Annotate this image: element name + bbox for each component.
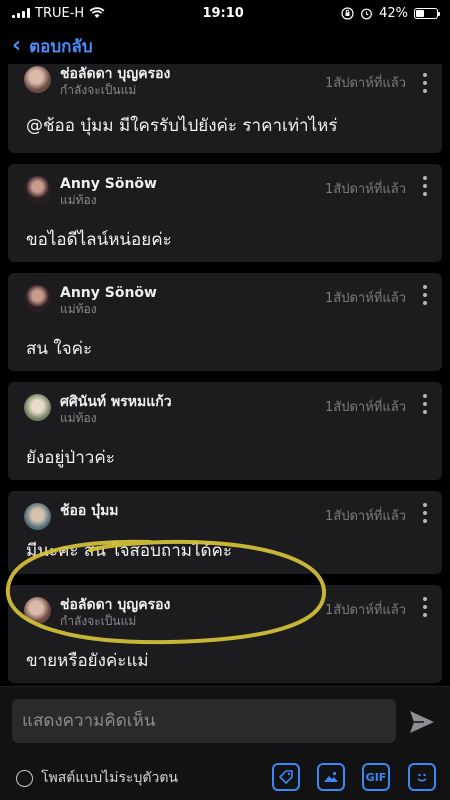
more-options-icon[interactable] — [422, 73, 428, 93]
comment-header: Anny Sönöw แม่ท้อง — [24, 285, 157, 317]
gif-button[interactable]: GIF — [362, 763, 390, 791]
author-status: แม่ท้อง — [60, 302, 97, 316]
back-button[interactable]: ‹ ตอบกลับ — [0, 28, 450, 64]
signal-icon — [12, 8, 30, 18]
more-options-icon[interactable] — [422, 503, 428, 523]
comment-input[interactable] — [12, 699, 396, 743]
comment-names: ศศินันท์ พรหมแก้ว แม่ท้อง — [60, 394, 172, 426]
orientation-lock-icon — [341, 6, 354, 20]
comment-composer: โพสต์แบบไม่ระบุตัวตน GIF — [0, 686, 450, 800]
more-options-icon[interactable] — [422, 285, 428, 305]
alarm-icon — [361, 8, 372, 19]
comment-header: ช่อลัดดา บุญครอง กำลังจะเป็นแม่ — [24, 66, 170, 98]
comment-list[interactable]: ช่อลัดดา บุญครอง กำลังจะเป็นแม่ 1สัปดาห์… — [0, 64, 450, 686]
comment-time: 1สัปดาห์ที่แล้ว — [325, 182, 406, 197]
comment-header: ช้ออ บุ๋มม — [24, 503, 119, 530]
avatar[interactable] — [24, 66, 51, 93]
wifi-icon — [89, 7, 105, 18]
comment-names: ช้ออ บุ๋มม — [60, 503, 119, 520]
comment-header: ช่อลัดดา บุญครอง กำลังจะเป็นแม่ — [24, 597, 170, 629]
author-name[interactable]: Anny Sönöw — [60, 176, 157, 193]
avatar[interactable] — [24, 285, 51, 312]
author-name[interactable]: ช่อลัดดา บุญครอง — [60, 66, 170, 83]
anonymous-post-label: โพสต์แบบไม่ระบุตัวตน — [41, 770, 178, 786]
comment-header: ศศินันท์ พรหมแก้ว แม่ท้อง — [24, 394, 172, 426]
comment-card: Anny Sönöw แม่ท้อง 1สัปดาห์ที่แล้ว สน ใจ… — [8, 273, 442, 371]
more-options-icon[interactable] — [422, 394, 428, 414]
comment-card: Anny Sönöw แม่ท้อง 1สัปดาห์ที่แล้ว ขอไอด… — [8, 164, 442, 262]
author-status: แม่ท้อง — [60, 411, 97, 425]
comment-time: 1สัปดาห์ที่แล้ว — [325, 76, 406, 91]
avatar[interactable] — [24, 176, 51, 203]
radio-icon — [16, 769, 33, 787]
avatar[interactable] — [24, 503, 51, 530]
battery-level — [416, 9, 425, 17]
clock: 19:10 — [202, 5, 244, 21]
comment-time: 1สัปดาห์ที่แล้ว — [325, 400, 406, 415]
author-name[interactable]: ช่อลัดดา บุญครอง — [60, 597, 170, 614]
sticker-tag-icon[interactable] — [272, 763, 300, 791]
more-options-icon[interactable] — [422, 176, 428, 196]
avatar[interactable] — [24, 394, 51, 421]
avatar[interactable] — [24, 597, 51, 624]
author-name[interactable]: Anny Sönöw — [60, 285, 157, 302]
carrier-label: TRUE-H — [35, 5, 85, 21]
comment-text: @ช้ออ บุ๋มม มีใครรับไปยังค่ะ ราคาเท่าไหร… — [26, 116, 338, 136]
comment-header: Anny Sönöw แม่ท้อง — [24, 176, 157, 208]
author-status: กำลังจะเป็นแม่ — [60, 614, 137, 628]
status-right: 42% — [341, 5, 440, 21]
more-options-icon[interactable] — [422, 597, 428, 617]
author-status: กำลังจะเป็นแม่ — [60, 83, 137, 97]
anonymous-post-toggle[interactable]: โพสต์แบบไม่ระบุตัวตน — [16, 767, 178, 789]
comment-card: ช่อลัดดา บุญครอง กำลังจะเป็นแม่ 1สัปดาห์… — [8, 585, 442, 683]
comment-names: Anny Sönöw แม่ท้อง — [60, 176, 157, 208]
comment-names: Anny Sönöw แม่ท้อง — [60, 285, 157, 317]
author-name[interactable]: ช้ออ บุ๋มม — [60, 503, 119, 520]
comment-card: ช่อลัดดา บุญครอง กำลังจะเป็นแม่ 1สัปดาห์… — [8, 64, 442, 153]
comment-text: สน ใจค่ะ — [26, 339, 93, 359]
sticker-icon[interactable] — [408, 763, 436, 791]
comment-text: มีนะคะ สน ใจสอบถามได้ค่ะ — [26, 541, 233, 561]
comment-card: ช้ออ บุ๋มม 1สัปดาห์ที่แล้ว มีนะคะ สน ใจส… — [8, 491, 442, 574]
author-name[interactable]: ศศินันท์ พรหมแก้ว — [60, 394, 172, 411]
status-bar: TRUE-H 19:10 42% — [0, 0, 450, 26]
status-left: TRUE-H — [12, 6, 105, 21]
image-icon[interactable] — [317, 763, 345, 791]
comment-text: ขายหรือยังค่ะแม่ — [26, 651, 149, 671]
comment-time: 1สัปดาห์ที่แล้ว — [325, 509, 406, 524]
comment-time: 1สัปดาห์ที่แล้ว — [325, 291, 406, 306]
back-label: ตอบกลับ — [29, 36, 93, 57]
comment-text: ยังอยู่ป่าวค่ะ — [26, 448, 115, 468]
send-icon[interactable] — [408, 709, 436, 735]
comment-names: ช่อลัดดา บุญครอง กำลังจะเป็นแม่ — [60, 66, 170, 98]
comment-card: ศศินันท์ พรหมแก้ว แม่ท้อง 1สัปดาห์ที่แล้… — [8, 382, 442, 480]
battery-percent: 42% — [379, 5, 408, 21]
comment-time: 1สัปดาห์ที่แล้ว — [325, 603, 406, 618]
author-status: แม่ท้อง — [60, 193, 97, 207]
comment-text: ขอไอดีไลน์หน่อยค่ะ — [26, 230, 172, 250]
battery-icon — [414, 7, 440, 19]
chevron-left-icon: ‹ — [12, 33, 22, 58]
comment-names: ช่อลัดดา บุญครอง กำลังจะเป็นแม่ — [60, 597, 170, 629]
